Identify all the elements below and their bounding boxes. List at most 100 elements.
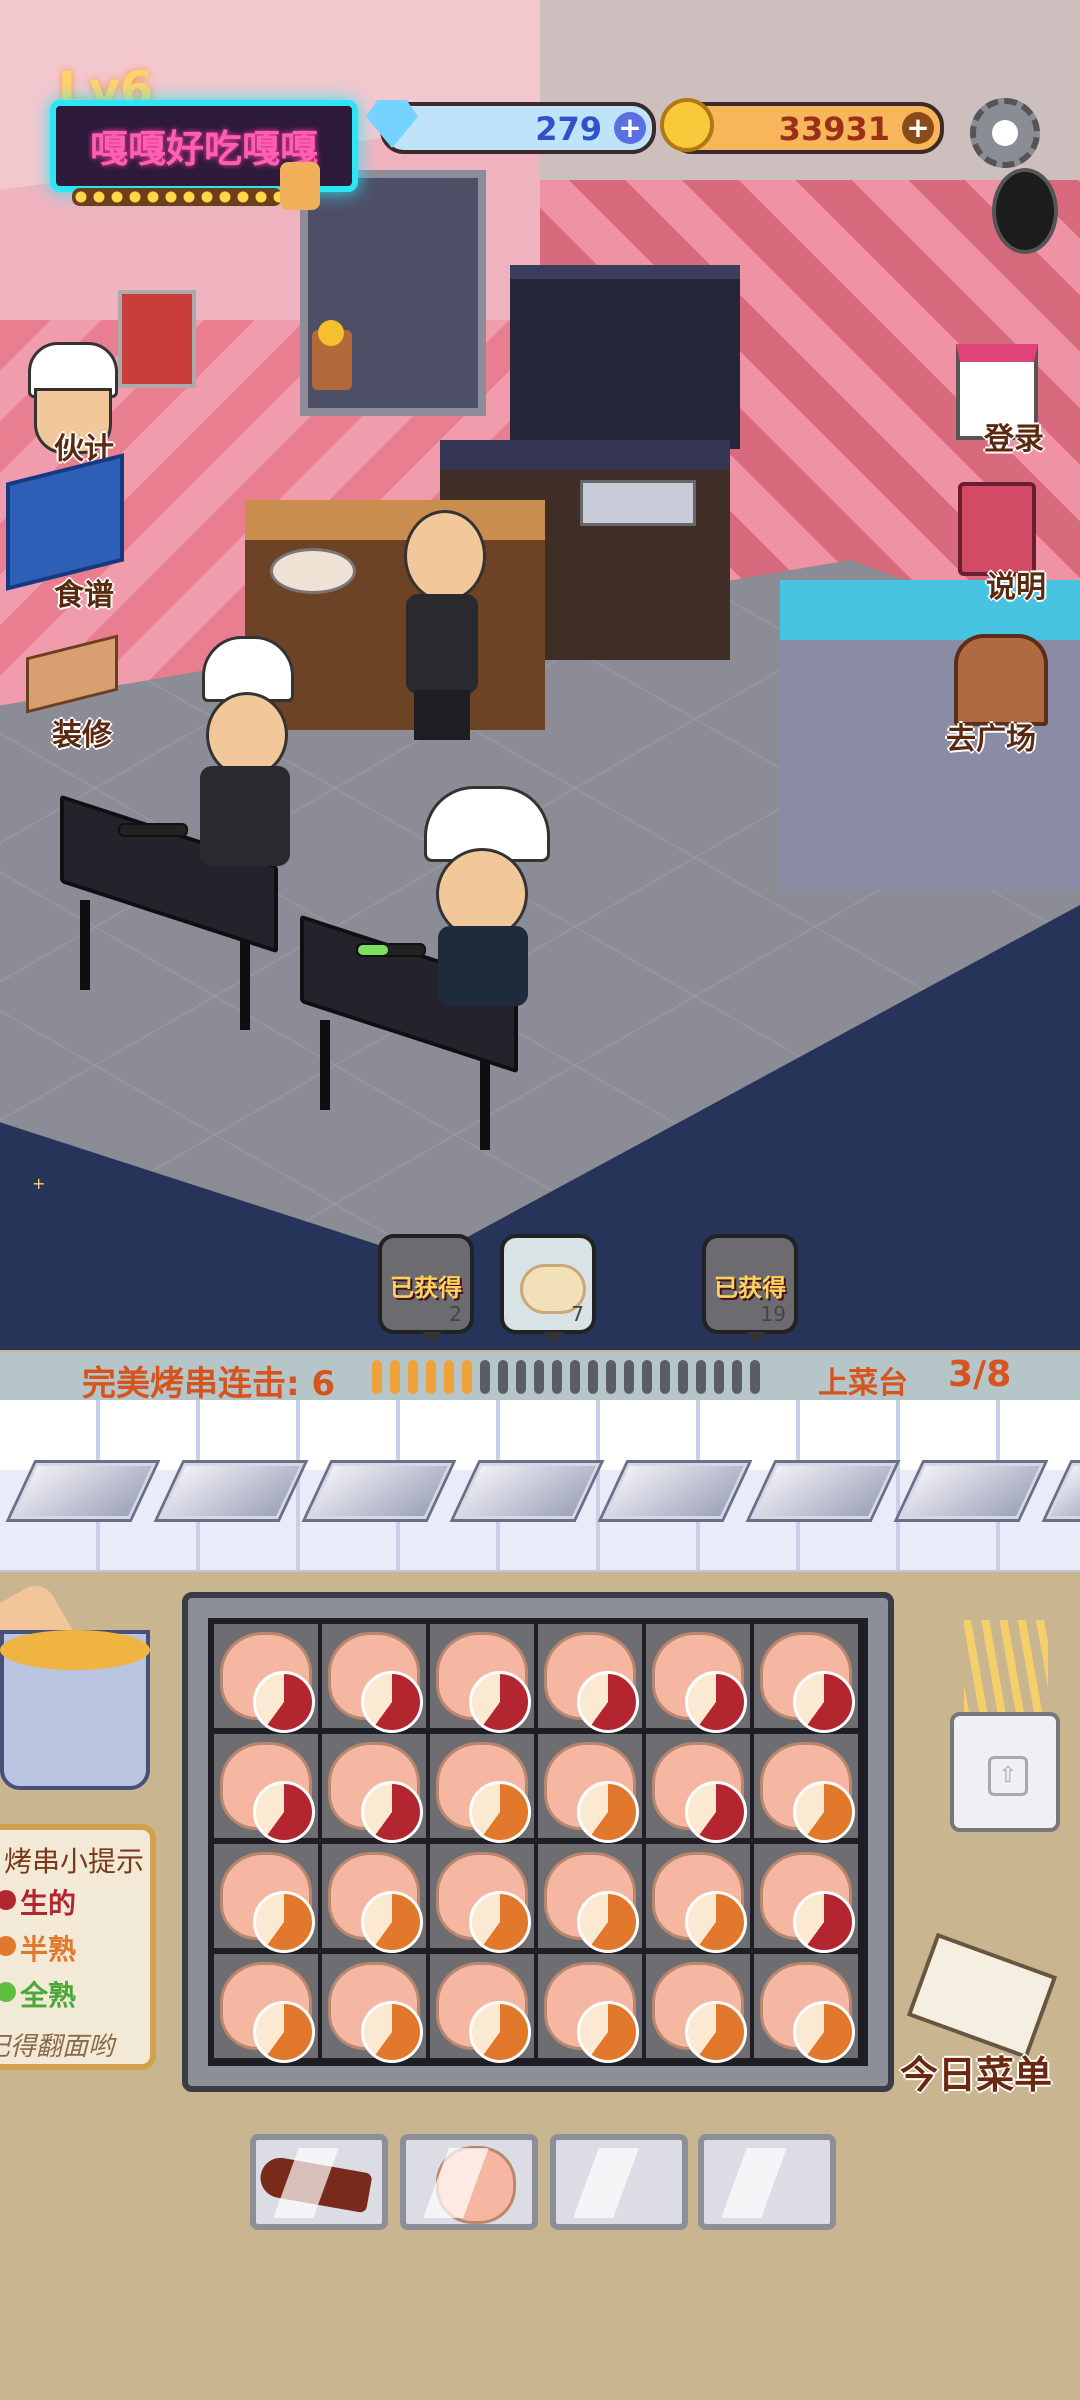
grill-tips-panel: 烤串小提示 生的 半熟 全熟 记得翻面哟 (0, 1824, 156, 2070)
doneness-indicator (577, 2001, 639, 2063)
combo-segment (516, 1360, 526, 1394)
wall-fan-icon (992, 168, 1058, 254)
dish-slot-4[interactable] (698, 2134, 836, 2230)
grill-slot[interactable] (322, 1844, 426, 1953)
dish-slot-2[interactable] (400, 2134, 538, 2230)
doneness-indicator (793, 1671, 855, 1733)
scallop-skewer-icon (436, 1632, 531, 1733)
grill-slot[interactable] (214, 1844, 318, 1953)
scallop-skewer-icon (220, 1632, 315, 1733)
grill-grid (208, 1618, 868, 2066)
scallop-skewer-icon (760, 1632, 855, 1733)
grill-slot[interactable] (754, 1734, 858, 1843)
grill-slot[interactable] (322, 1624, 426, 1733)
grill-slot[interactable] (646, 1844, 750, 1953)
grill-slot[interactable] (754, 1624, 858, 1733)
grill-leg (320, 1020, 330, 1110)
dish-slot-1[interactable] (250, 2134, 388, 2230)
coin-amount: 33931 (778, 110, 890, 148)
grill-slot[interactable] (430, 1734, 534, 1843)
dish-slot-3[interactable] (550, 2134, 688, 2230)
collected-item-1[interactable]: 已获得 2 (378, 1234, 474, 1344)
collected-item-1-count: 2 (449, 1302, 462, 1326)
doneness-indicator (577, 1671, 639, 1733)
doneness-indicator (253, 2001, 315, 2063)
grill-slot[interactable] (538, 1954, 642, 2063)
grill-slot[interactable] (646, 1954, 750, 2063)
scallop-skewer-icon (544, 1632, 639, 1733)
scallop-skewer-icon (652, 1742, 747, 1843)
gem-amount: 279 (535, 110, 602, 148)
doneness-indicator (793, 1891, 855, 1953)
grill-slot[interactable] (538, 1624, 642, 1733)
grill-slot[interactable] (322, 1734, 426, 1843)
doneness-indicator (469, 1671, 531, 1733)
login-button[interactable]: 登录 (950, 340, 1070, 460)
doneness-indicator (685, 1891, 747, 1953)
sink-icon (580, 480, 696, 526)
grill-slot[interactable] (430, 1844, 534, 1953)
scallop-skewer-icon (436, 1742, 531, 1843)
doneness-indicator (361, 1671, 423, 1733)
combo-segment (462, 1360, 472, 1394)
scallop-icon (436, 2146, 516, 2224)
collected-item-3-count: 19 (760, 1302, 786, 1326)
add-gems-button[interactable]: + (614, 112, 646, 144)
collected-item-2[interactable]: 7 (500, 1234, 596, 1344)
doneness-indicator (361, 2001, 423, 2063)
doneness-indicator (253, 1891, 315, 1953)
add-coins-button[interactable]: + (902, 112, 934, 144)
recipe-label: 食谱 (54, 578, 114, 613)
instructions-button[interactable]: 说明 (950, 478, 1070, 608)
grill-slot[interactable] (214, 1954, 318, 2063)
scallop-skewer-icon (328, 1962, 423, 2063)
collected-item-3-text: 已获得 (714, 1274, 786, 1302)
doneness-indicator (361, 1781, 423, 1843)
combo-segment (534, 1360, 544, 1394)
scallop-skewer-icon (328, 1632, 423, 1733)
grill-slot[interactable] (538, 1844, 642, 1953)
upper-cabinet (510, 265, 740, 449)
staff-button[interactable]: 伙计 (20, 342, 120, 467)
doneness-indicator (253, 1671, 315, 1733)
grill-slot[interactable] (754, 1954, 858, 2063)
combo-segment (678, 1360, 688, 1394)
decor-button[interactable]: 装修 (20, 634, 130, 753)
combo-segment (606, 1360, 616, 1394)
grill-slot[interactable] (430, 1954, 534, 2063)
scallop-skewer-icon (544, 1852, 639, 1953)
doneness-indicator (361, 1891, 423, 1953)
combo-segment (588, 1360, 598, 1394)
combo-segment (660, 1360, 670, 1394)
doneness-indicator (793, 1781, 855, 1843)
upload-arrow-icon: ⇧ (988, 1756, 1028, 1796)
chef-character-1[interactable] (190, 636, 300, 906)
doneness-indicator (685, 2001, 747, 2063)
thumbs-up-icon (280, 162, 320, 210)
doneness-indicator (685, 1671, 747, 1733)
scallop-skewer-icon (652, 1962, 747, 2063)
recipe-button[interactable]: 食谱 (0, 453, 130, 613)
grill-slot[interactable] (754, 1844, 858, 1953)
instructions-label: 说明 (986, 570, 1046, 605)
sign-lights (72, 188, 282, 206)
plaza-button[interactable]: 去广场 (944, 630, 1074, 760)
combo-segment (714, 1360, 724, 1394)
login-label: 登录 (984, 422, 1044, 457)
chef-character-2[interactable] (420, 786, 550, 1016)
skewer-cup-icon[interactable]: ⇧ (950, 1712, 1060, 1832)
grill-slot[interactable] (646, 1734, 750, 1843)
grill-slot[interactable] (646, 1624, 750, 1733)
grill-slot[interactable] (322, 1954, 426, 2063)
grill-slot[interactable] (214, 1734, 318, 1843)
collected-item-3[interactable]: 已获得 19 (702, 1234, 798, 1344)
scallop-skewer-icon (760, 1852, 855, 1953)
grill-slot[interactable] (538, 1734, 642, 1843)
grill-slot[interactable] (214, 1624, 318, 1733)
tips-raw: 生的 (0, 1882, 76, 1922)
sparkle-icon: + (32, 1174, 46, 1193)
grill-slot[interactable] (430, 1624, 534, 1733)
waiter-character[interactable] (396, 510, 486, 740)
grill-1-progress (118, 823, 188, 837)
todays-menu-button[interactable]: 今日菜单 (900, 2044, 1052, 2099)
